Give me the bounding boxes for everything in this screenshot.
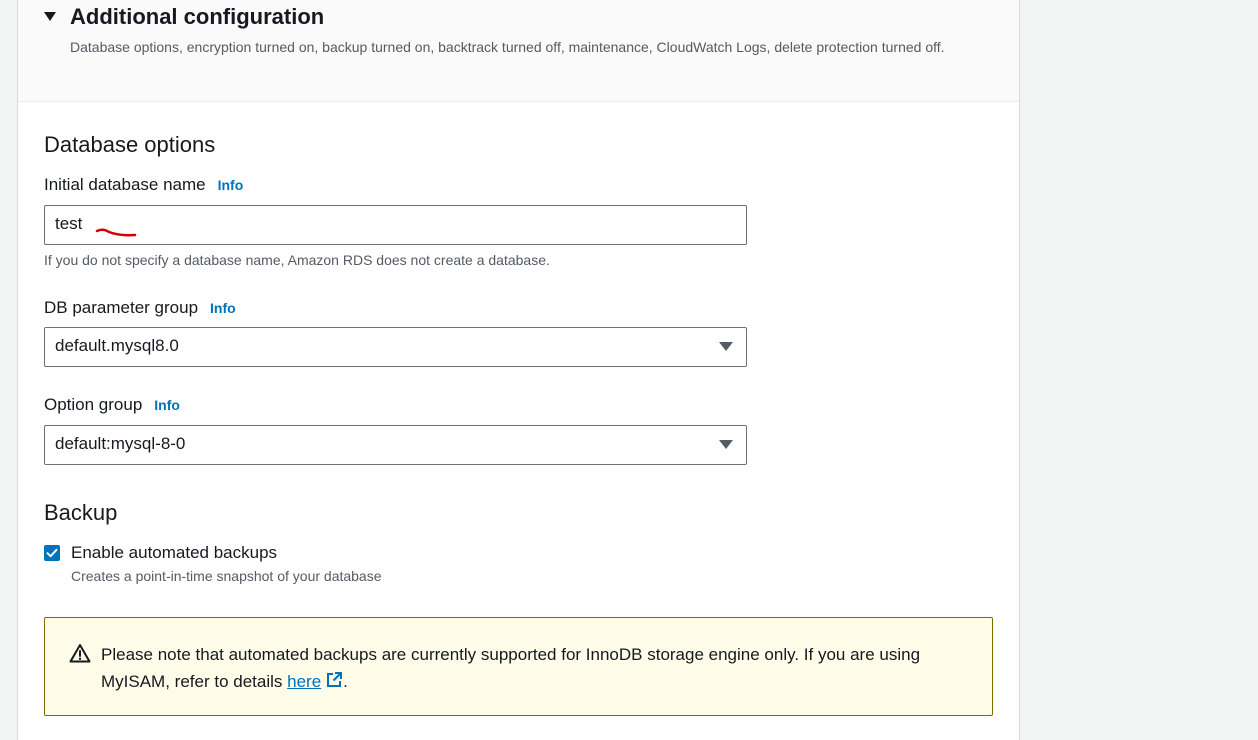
option-group-info-link[interactable]: Info [154, 397, 180, 413]
option-group-label: Option group [44, 395, 143, 414]
option-group-label-row: Option group Info [44, 395, 180, 415]
panel-description: Database options, encryption turned on, … [70, 39, 945, 55]
checkmark-icon [46, 548, 58, 558]
backup-heading: Backup [44, 500, 118, 525]
parameter-group-value: default.mysql8.0 [55, 336, 179, 355]
red-underline-annotation [95, 228, 137, 237]
panel-header[interactable]: Additional configuration Database option… [18, 0, 1019, 102]
alert-link-label: here [287, 672, 322, 691]
initial-db-name-input[interactable]: test [44, 205, 747, 245]
external-link-icon [327, 672, 343, 687]
parameter-group-select[interactable]: default.mysql8.0 [44, 327, 747, 367]
parameter-group-label: DB parameter group [44, 298, 199, 317]
initial-db-name-label-row: Initial database name Info [44, 175, 243, 195]
panel-title[interactable]: Additional configuration [70, 4, 324, 30]
enable-backups-description: Creates a point-in-time snapshot of your… [71, 568, 382, 584]
initial-db-name-info-link[interactable]: Info [218, 177, 244, 193]
option-group-select[interactable]: default:mysql-8-0 [44, 425, 747, 465]
caret-down-icon[interactable] [44, 12, 56, 21]
enable-backups-label[interactable]: Enable automated backups [71, 543, 277, 563]
alert-text-main: Please note that automated backups are c… [101, 645, 921, 691]
alert-message: Please note that automated backups are c… [101, 641, 981, 695]
alert-here-link[interactable]: here [287, 672, 343, 691]
initial-db-name-value: test [55, 214, 83, 233]
warning-icon [69, 644, 91, 663]
innodb-warning-alert: Please note that automated backups are c… [44, 617, 993, 716]
parameter-group-label-row: DB parameter group Info [44, 298, 236, 318]
database-options-heading: Database options [44, 132, 216, 157]
alert-text-end: . [343, 672, 348, 691]
select-arrow-icon [719, 342, 733, 351]
option-group-value: default:mysql-8-0 [55, 434, 186, 453]
select-arrow-icon [719, 440, 733, 449]
additional-configuration-panel: Additional configuration Database option… [17, 0, 1020, 740]
initial-db-name-label: Initial database name [44, 175, 206, 194]
parameter-group-info-link[interactable]: Info [210, 300, 236, 316]
initial-db-name-hint: If you do not specify a database name, A… [44, 252, 550, 268]
enable-backups-checkbox[interactable] [44, 545, 60, 561]
